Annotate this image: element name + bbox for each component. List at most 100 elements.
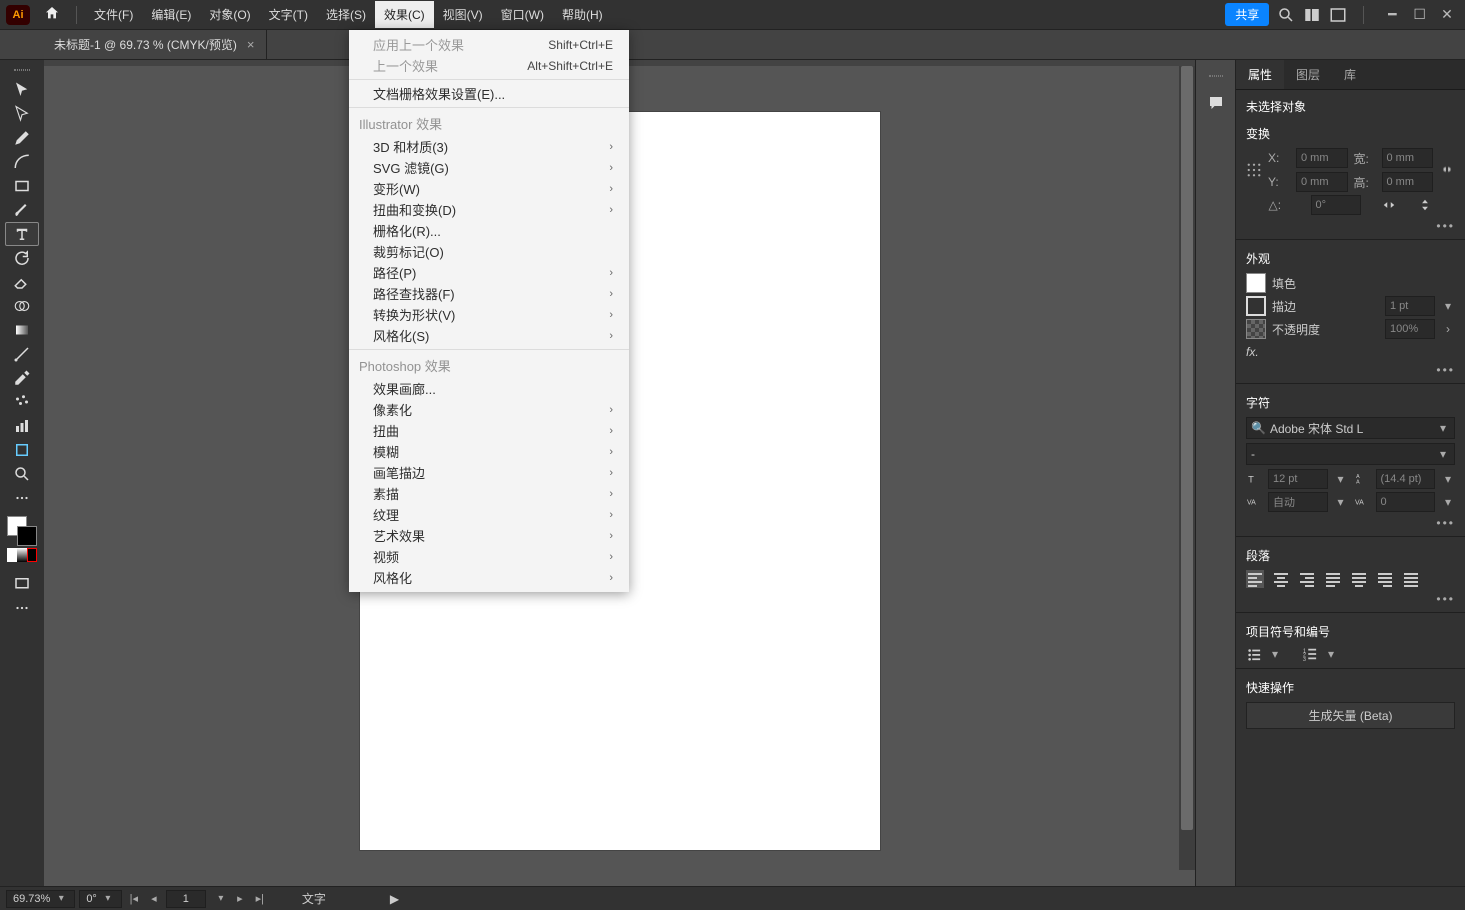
flip-h-icon[interactable]: [1381, 197, 1397, 213]
search-icon[interactable]: [1277, 6, 1295, 24]
tab-layers[interactable]: 图层: [1284, 60, 1332, 89]
maximize-button[interactable]: ☐: [1408, 4, 1432, 25]
first-artboard-icon[interactable]: |◂: [126, 892, 142, 905]
artboard-dropdown[interactable]: ▾: [214, 893, 228, 904]
reference-point-icon[interactable]: [1246, 162, 1262, 178]
direct-selection-tool[interactable]: [5, 102, 39, 126]
artboard-tool[interactable]: [5, 438, 39, 462]
status-flyout-icon[interactable]: ▶: [390, 892, 399, 906]
eraser-tool[interactable]: [5, 270, 39, 294]
stroke-color[interactable]: [17, 526, 37, 546]
mi-apply-last[interactable]: 应用上一个效果Shift+Ctrl+E: [349, 34, 629, 55]
edit-toolbox[interactable]: [5, 596, 39, 620]
mi-convert-shape[interactable]: 转换为形状(V): [349, 304, 629, 325]
align-left-icon[interactable]: [1246, 570, 1264, 588]
prev-artboard-icon[interactable]: ◂: [146, 892, 162, 905]
opacity-field[interactable]: 100%: [1385, 319, 1435, 339]
last-artboard-icon[interactable]: ▸|: [252, 892, 268, 905]
mi-svg[interactable]: SVG 滤镜(G): [349, 157, 629, 178]
pen-tool[interactable]: [5, 126, 39, 150]
mi-brush-strokes[interactable]: 画笔描边: [349, 462, 629, 483]
share-button[interactable]: 共享: [1225, 3, 1269, 26]
screen-mode-tool[interactable]: [5, 572, 39, 596]
angle-field[interactable]: 0°: [1311, 195, 1361, 215]
menu-object[interactable]: 对象(O): [200, 1, 259, 28]
font-family-select[interactable]: 🔍Adobe 宋体 Std L▾: [1246, 417, 1455, 439]
menu-effect[interactable]: 效果(C): [375, 1, 434, 28]
fill-swatch[interactable]: [1246, 273, 1266, 293]
mi-stylize-ps[interactable]: 风格化: [349, 567, 629, 588]
generate-vector-button[interactable]: 生成矢量 (Beta): [1246, 702, 1455, 729]
stroke-swatch[interactable]: [1246, 296, 1266, 316]
document-tab[interactable]: 未标题-1 @ 69.73 % (CMYK/预览) ×: [42, 30, 267, 59]
mi-effect-gallery[interactable]: 效果画廊...: [349, 378, 629, 399]
menu-view[interactable]: 视图(V): [434, 1, 492, 28]
justify-right-icon[interactable]: [1376, 570, 1394, 588]
bullets-icon[interactable]: [1246, 646, 1262, 662]
rectangle-tool[interactable]: [5, 174, 39, 198]
zoom-field[interactable]: 69.73%▾: [6, 890, 75, 908]
flip-v-icon[interactable]: [1417, 197, 1433, 213]
h-field[interactable]: 0 mm: [1382, 172, 1434, 192]
mi-path[interactable]: 路径(P): [349, 262, 629, 283]
workspace-icon[interactable]: [1329, 6, 1347, 24]
y-field[interactable]: 0 mm: [1296, 172, 1348, 192]
mi-distort[interactable]: 扭曲和变换(D): [349, 199, 629, 220]
more-character-icon[interactable]: •••: [1246, 516, 1455, 530]
next-artboard-icon[interactable]: ▸: [232, 892, 248, 905]
link-wh-icon[interactable]: [1439, 162, 1455, 178]
edit-toolbar-button[interactable]: [5, 486, 39, 510]
tab-library[interactable]: 库: [1332, 60, 1368, 89]
more-paragraph-icon[interactable]: •••: [1246, 592, 1455, 606]
opacity-dropdown[interactable]: ›: [1441, 322, 1455, 336]
mi-ps-distort[interactable]: 扭曲: [349, 420, 629, 441]
justify-all-icon[interactable]: [1402, 570, 1420, 588]
mi-stylize-ai[interactable]: 风格化(S): [349, 325, 629, 346]
zoom-tool[interactable]: [5, 462, 39, 486]
curvature-tool[interactable]: [5, 150, 39, 174]
kerning-field[interactable]: 自动: [1268, 492, 1328, 512]
minimize-button[interactable]: ━: [1380, 4, 1404, 25]
menu-select[interactable]: 选择(S): [317, 1, 375, 28]
menu-file[interactable]: 文件(F): [85, 1, 142, 28]
menu-edit[interactable]: 编辑(E): [142, 1, 200, 28]
eyedropper-tool[interactable]: [5, 366, 39, 390]
fx-label[interactable]: fx.: [1246, 345, 1455, 359]
font-style-select[interactable]: -▾: [1246, 443, 1455, 465]
gradient-tool[interactable]: [5, 318, 39, 342]
align-center-icon[interactable]: [1272, 570, 1290, 588]
scrollbar-thumb[interactable]: [1181, 66, 1193, 830]
tracking-field[interactable]: 0: [1376, 492, 1436, 512]
graph-tool[interactable]: [5, 414, 39, 438]
rotate-view-field[interactable]: 0°▾: [79, 890, 122, 908]
home-icon[interactable]: [44, 5, 60, 24]
w-field[interactable]: 0 mm: [1382, 148, 1434, 168]
paintbrush-tool[interactable]: [5, 198, 39, 222]
comments-panel-icon[interactable]: [1202, 92, 1230, 114]
mi-warp[interactable]: 变形(W): [349, 178, 629, 199]
justify-center-icon[interactable]: [1350, 570, 1368, 588]
mi-crop-marks[interactable]: 裁剪标记(O): [349, 241, 629, 262]
tab-properties[interactable]: 属性: [1236, 60, 1284, 89]
panel-grip[interactable]: [1202, 72, 1230, 80]
mi-last-effect[interactable]: 上一个效果Alt+Shift+Ctrl+E: [349, 55, 629, 76]
numbering-icon[interactable]: 123: [1302, 646, 1318, 662]
mi-video[interactable]: 视频: [349, 546, 629, 567]
mi-sketch[interactable]: 素描: [349, 483, 629, 504]
leading-field[interactable]: (14.4 pt): [1376, 469, 1436, 489]
x-field[interactable]: 0 mm: [1296, 148, 1348, 168]
mi-3d[interactable]: 3D 和材质(3): [349, 136, 629, 157]
menu-window[interactable]: 窗口(W): [492, 1, 553, 28]
panel-grip[interactable]: [7, 66, 37, 74]
stroke-dropdown[interactable]: ▾: [1441, 299, 1455, 313]
color-modes[interactable]: [7, 548, 37, 562]
arrange-docs-icon[interactable]: [1303, 6, 1321, 24]
type-tool[interactable]: [5, 222, 39, 246]
shape-builder-tool[interactable]: [5, 294, 39, 318]
justify-left-icon[interactable]: [1324, 570, 1342, 588]
mi-blur[interactable]: 模糊: [349, 441, 629, 462]
mi-pathfinder[interactable]: 路径查找器(F): [349, 283, 629, 304]
menu-type[interactable]: 文字(T): [260, 1, 317, 28]
more-appearance-icon[interactable]: •••: [1246, 363, 1455, 377]
mi-doc-raster[interactable]: 文档栅格效果设置(E)...: [349, 83, 629, 104]
